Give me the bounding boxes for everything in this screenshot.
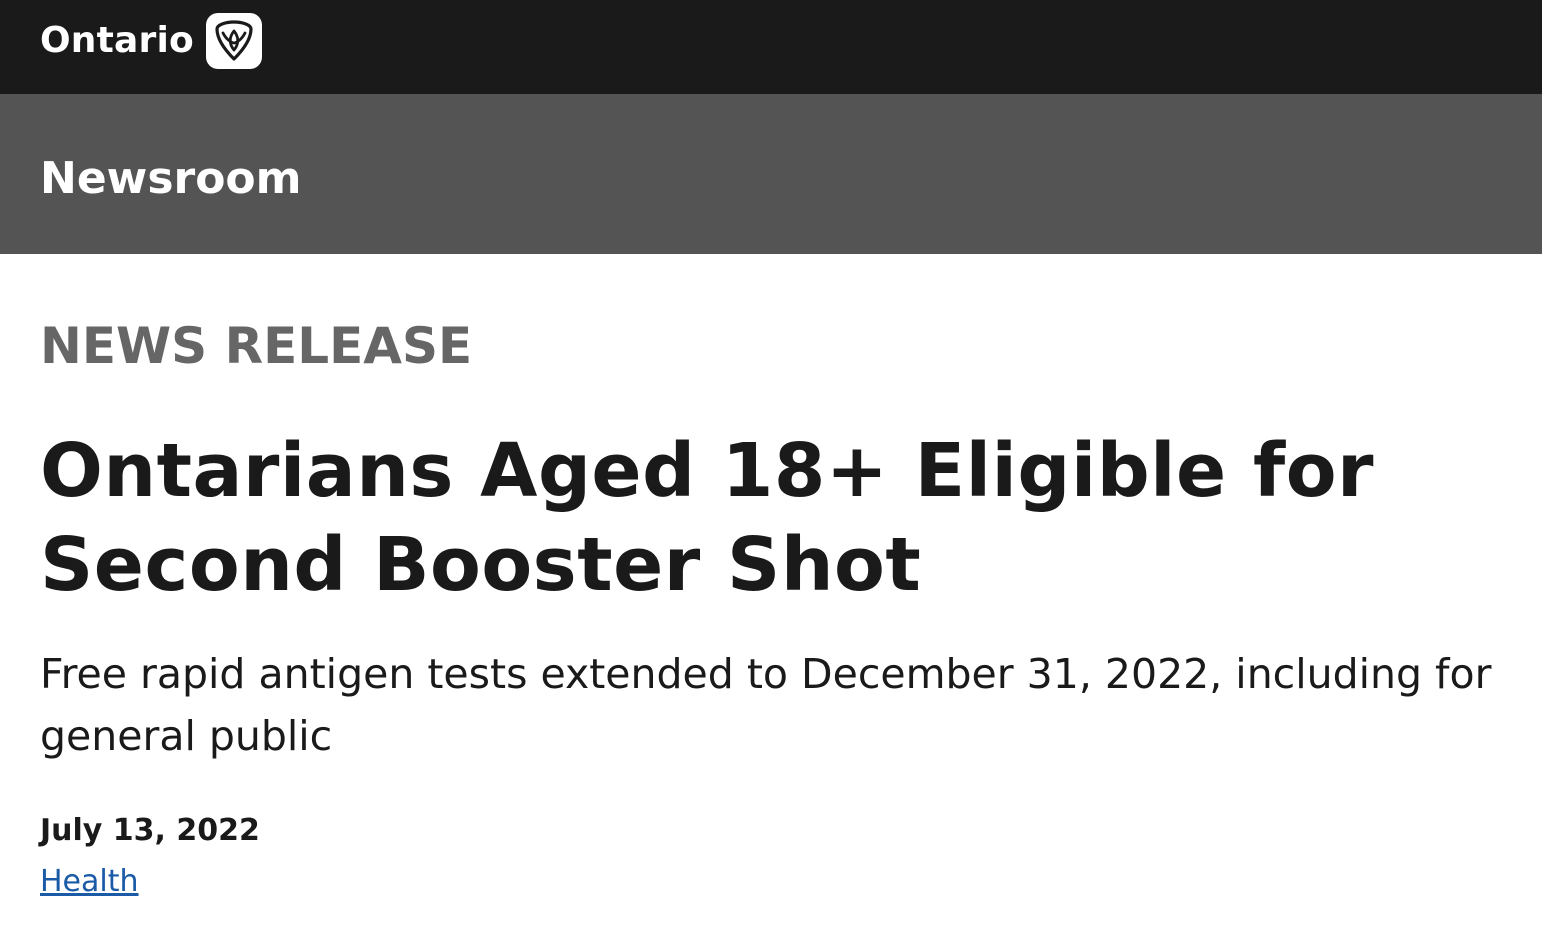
ontario-home-link[interactable]: Ontario xyxy=(40,12,262,70)
article-subtitle: Free rapid antigen tests extended to Dec… xyxy=(40,650,1492,760)
topic-link-health[interactable]: Health xyxy=(40,862,139,902)
content-type-label: NEWS RELEASE xyxy=(40,317,473,375)
newsroom-link[interactable]: Newsroom xyxy=(40,150,302,208)
article-title: Ontarians Aged 18+ Eligible for Second B… xyxy=(40,428,1375,608)
brand-name: Ontario xyxy=(40,20,194,61)
publish-date: July 13, 2022 xyxy=(40,813,260,848)
trillium-icon xyxy=(205,13,262,69)
